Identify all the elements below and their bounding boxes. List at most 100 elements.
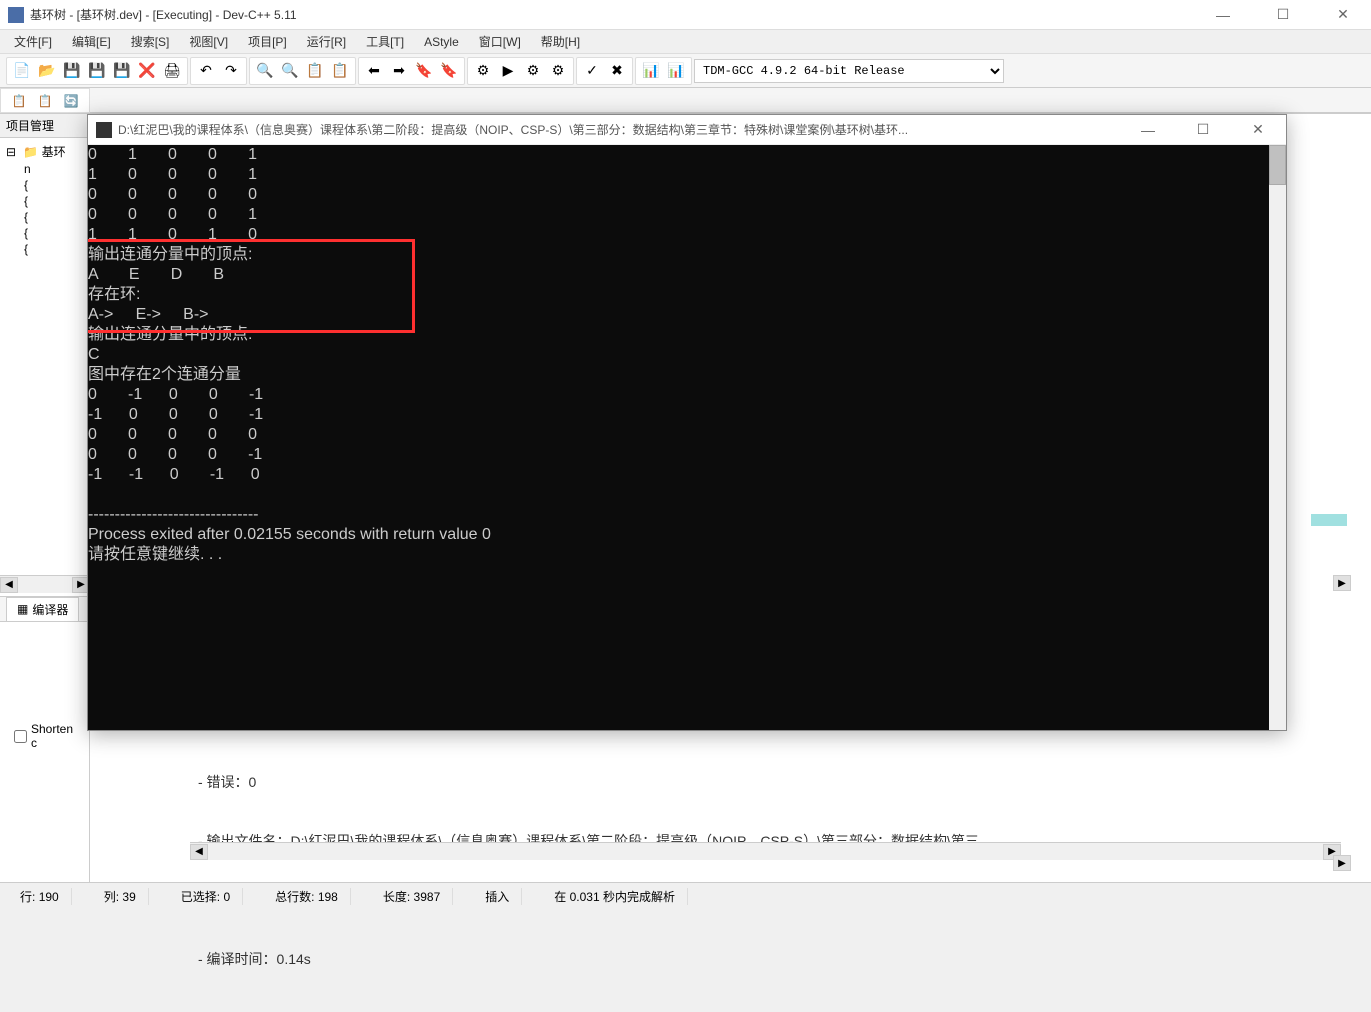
menu-view[interactable]: 视图[V] [179,31,238,52]
delete-profile-icon[interactable]: 📊 [664,59,688,83]
total-value: 198 [318,890,338,904]
log-scrollbar[interactable]: ◀ ▶ [190,842,1341,860]
forward-icon[interactable]: ➡ [387,59,411,83]
search-next-icon[interactable]: 📋 [303,59,327,83]
menu-project[interactable]: 项目[P] [238,31,297,52]
status-length: 长度: 3987 [371,888,453,905]
menu-help[interactable]: 帮助[H] [531,31,590,52]
undo-icon[interactable]: ↶ [194,59,218,83]
console-line: 0 1 0 0 1 [88,146,257,163]
menu-run[interactable]: 运行[R] [297,31,356,52]
sidebar-header[interactable]: 项目管理 [0,114,89,138]
shorten-checkbox[interactable] [14,730,27,743]
status-insert: 插入 [473,888,522,905]
back-icon[interactable]: ⬅ [362,59,386,83]
scroll-right-icon[interactable]: ▶ [1333,575,1351,591]
console-line: Process exited after 0.02155 seconds wit… [88,526,491,543]
scroll-right-icon[interactable]: ▶ [1333,855,1351,871]
replace-icon[interactable]: 🔍 [278,59,302,83]
tree-item[interactable]: { [4,193,85,209]
line-label: 行: [20,890,35,904]
bookmark-icon[interactable]: 🔖 [412,59,436,83]
console-line: 0 0 0 0 0 [88,186,257,203]
close-button[interactable]: ✕ [1323,0,1363,30]
tree-item[interactable]: n [4,161,85,177]
console-line: 0 0 0 0 1 [88,206,257,223]
goto-class-icon[interactable]: 📋 [33,89,57,113]
menu-window[interactable]: 窗口[W] [469,31,531,52]
toolbar2-left: 📋 📋 🔄 [0,88,90,113]
close-file-icon[interactable]: ❌ [135,59,159,83]
scroll-left-icon[interactable]: ◀ [190,844,208,860]
scroll-left-icon[interactable]: ◀ [0,577,18,593]
menu-edit[interactable]: 编辑[E] [62,31,121,52]
tree-item[interactable]: { [4,225,85,241]
new-class-icon[interactable]: 📋 [7,89,31,113]
console-titlebar[interactable]: D:\红泥巴\我的课程体系\（信息奥赛）课程体系\第二阶段：提高级（NOIP、C… [88,115,1286,145]
save-as-icon[interactable]: 💾 [110,59,134,83]
console-body[interactable]: 0 1 0 0 1 1 0 0 0 1 0 0 0 0 0 0 0 0 0 1 … [88,145,1286,730]
tree-item[interactable]: { [4,209,85,225]
tree-expand-icon[interactable]: ⊟ [4,145,18,159]
sidebar-scroll-wrap: ◀ ▶ [0,575,90,593]
console-line: -1 0 0 0 -1 [88,406,263,423]
tree-child-label: { [24,226,28,240]
window-title: 基环树 - [基环树.dev] - [Executing] - Dev-C++ … [30,6,1203,23]
menu-search[interactable]: 搜索[S] [121,31,180,52]
shorten-row: Shorten c [0,716,90,756]
goto-bookmark-icon[interactable]: 🔖 [437,59,461,83]
save-all-icon[interactable]: 💾 [85,59,109,83]
menu-astyle[interactable]: AStyle [414,33,469,51]
run-icon[interactable]: ▶ [496,59,520,83]
editor-scroll-right[interactable]: ▶ [1333,575,1351,591]
menu-tools[interactable]: 工具[T] [356,31,414,52]
sel-value: 0 [223,890,230,904]
app-icon [8,7,24,23]
project-tree[interactable]: ⊟ 📁 基环 n { { { { { [0,138,89,261]
console-line: A-> E-> B-> [88,306,208,323]
shorten-row-wrap: Shorten c [0,716,90,756]
profile-icon[interactable]: 📊 [639,59,663,83]
sidebar-scrollbar[interactable]: ◀ ▶ [0,575,90,593]
debug-icon[interactable]: ✓ [580,59,604,83]
goto-icon[interactable]: 📋 [328,59,352,83]
refresh-icon[interactable]: 🔄 [59,89,83,113]
console-minimize-button[interactable]: — [1128,116,1168,144]
tree-child-label: { [24,210,28,224]
compile-icon[interactable]: ⚙ [471,59,495,83]
tree-root[interactable]: ⊟ 📁 基环 [4,142,85,161]
compile-log-text: - 错误：0 - 输出文件名：D:\红泥巴\我的课程体系\（信息奥赛）课程体系\… [190,730,1341,1012]
compile-run-icon[interactable]: ⚙ [521,59,545,83]
save-icon[interactable]: 💾 [60,59,84,83]
maximize-button[interactable]: ☐ [1263,0,1303,30]
status-line: 行: 190 [8,888,72,905]
tree-child-label: n [24,162,31,176]
console-line: 1 1 0 1 0 [88,226,257,243]
menubar: 文件[F] 编辑[E] 搜索[S] 视图[V] 项目[P] 运行[R] 工具[T… [0,30,1371,54]
compiler-select[interactable]: TDM-GCC 4.9.2 64-bit Release [694,59,1004,83]
open-file-icon[interactable]: 📂 [35,59,59,83]
console-vertical-scrollbar[interactable] [1269,145,1286,730]
console-line: 请按任意键继续. . . [88,546,222,563]
tree-item[interactable]: { [4,241,85,257]
console-scroll-thumb[interactable] [1269,145,1286,185]
console-close-button[interactable]: ✕ [1238,116,1278,144]
col-label: 列: [104,890,119,904]
print-icon[interactable]: 🖨 [160,59,184,83]
minimize-button[interactable]: — [1203,0,1243,30]
tree-item[interactable]: { [4,177,85,193]
stop-icon[interactable]: ✖ [605,59,629,83]
console-line: 0 -1 0 0 -1 [88,386,263,403]
rebuild-icon[interactable]: ⚙ [546,59,570,83]
redo-icon[interactable]: ↷ [219,59,243,83]
menu-file[interactable]: 文件[F] [4,31,62,52]
console-title: D:\红泥巴\我的课程体系\（信息奥赛）课程体系\第二阶段：提高级（NOIP、C… [118,121,1128,138]
search-icon[interactable]: 🔍 [253,59,277,83]
log-scroll-right[interactable]: ▶ [1333,855,1351,871]
compiler-output-tab[interactable]: ▦ 编译器 [6,597,79,622]
nav-group: ⬅ ➡ 🔖 🔖 [358,57,465,85]
log-line: - 错误：0 [198,773,1333,793]
console-maximize-button[interactable]: ☐ [1183,116,1223,144]
project-sidebar: 项目管理 ⊟ 📁 基环 n { { { { { [0,114,90,882]
new-file-icon[interactable]: 📄 [10,59,34,83]
